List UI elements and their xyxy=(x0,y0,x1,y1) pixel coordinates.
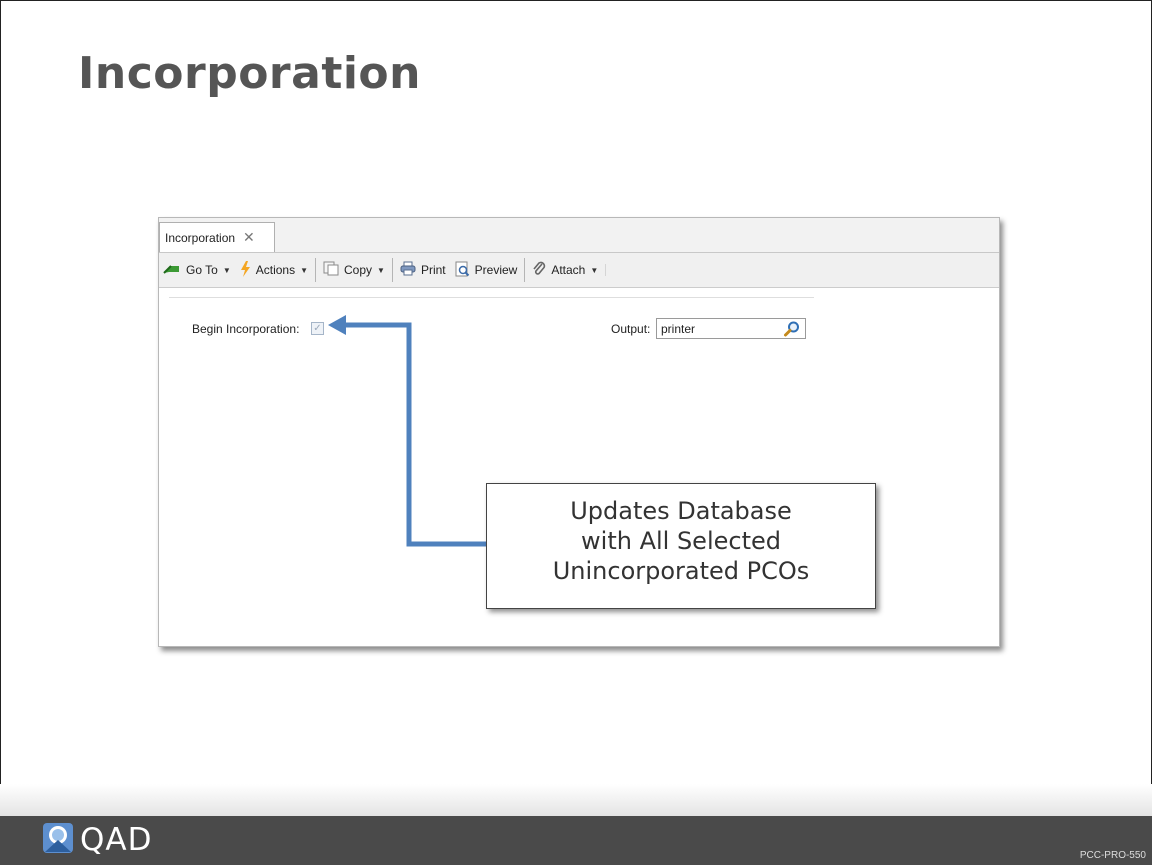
footer-bar xyxy=(0,816,1152,865)
callout-line: Updates Database xyxy=(570,497,792,525)
callout-box: Updates Database with All Selected Uninc… xyxy=(486,483,876,609)
footer-gradient xyxy=(0,784,1152,816)
qad-logo: QAD xyxy=(42,822,152,858)
callout-line: with All Selected xyxy=(581,527,781,555)
qad-logo-icon xyxy=(42,822,74,858)
qad-logo-text: QAD xyxy=(80,822,153,858)
callout-line: Unincorporated PCOs xyxy=(552,557,810,585)
callout-arrow xyxy=(328,315,488,547)
slide-code: PCC-PRO-550 xyxy=(1079,850,1146,861)
